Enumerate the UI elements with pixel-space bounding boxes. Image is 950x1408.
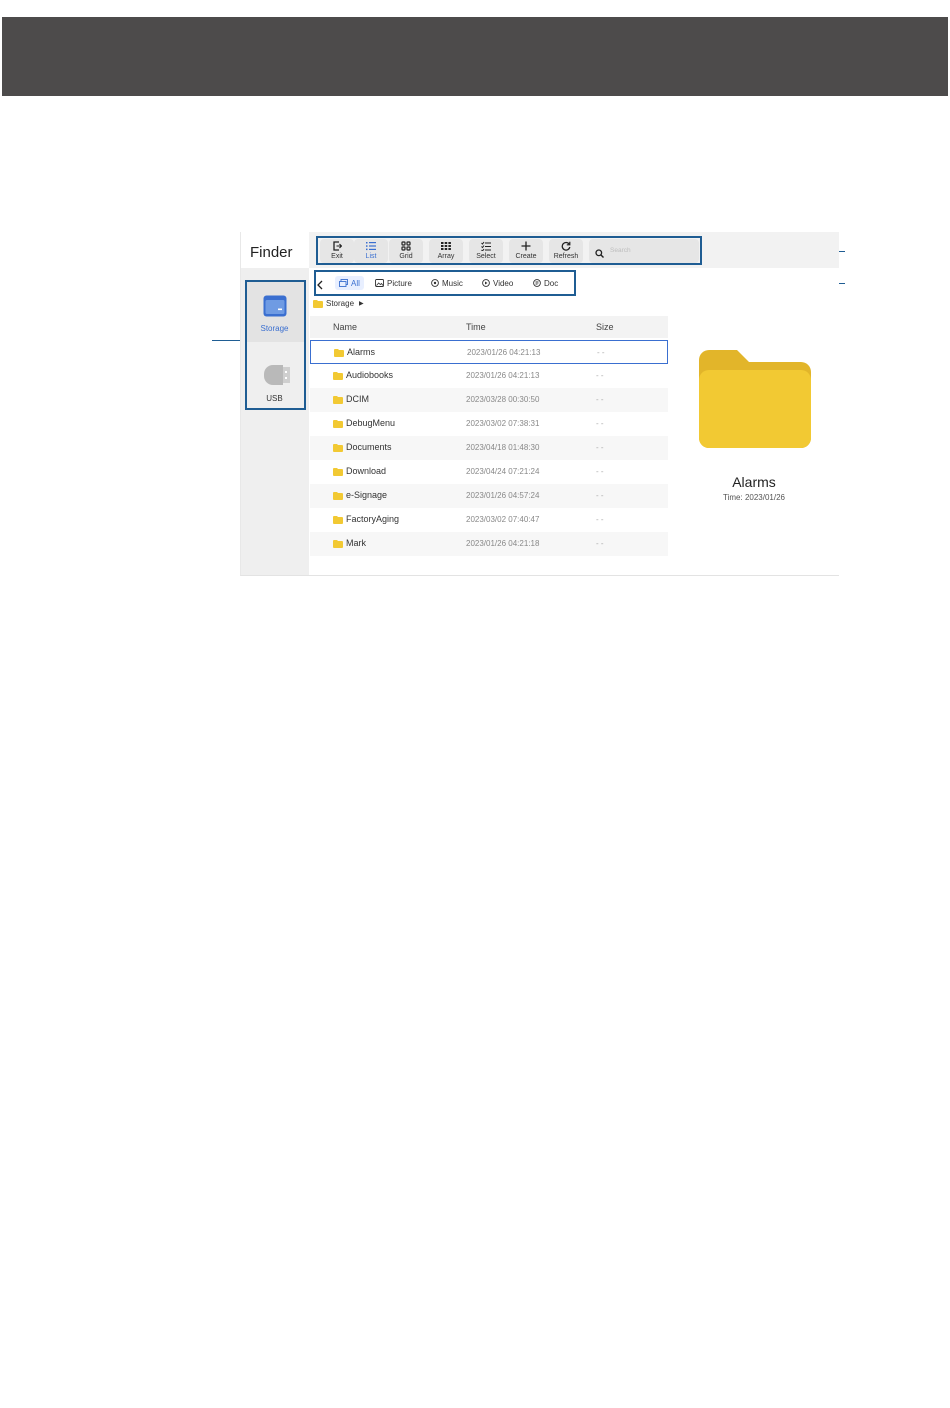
folder-icon (334, 349, 344, 357)
row-time: 2023/04/18 01:48:30 (466, 443, 540, 452)
folder-icon (333, 468, 343, 476)
column-header-size[interactable]: Size (596, 322, 614, 332)
table-row[interactable]: Audiobooks 2023/01/26 04:21:13 - - (310, 364, 668, 388)
preview-pane: Alarms Time: 2023/01/26 (669, 296, 839, 575)
row-size: - - (597, 348, 605, 357)
table-row[interactable]: FactoryAging 2023/03/02 07:40:47 - - (310, 508, 668, 532)
folder-icon (333, 492, 343, 500)
folder-icon (333, 420, 343, 428)
row-time: 2023/01/26 04:21:13 (466, 371, 540, 380)
row-name: Audiobooks (346, 370, 394, 380)
breadcrumb-label: Storage (326, 299, 355, 308)
row-size: - - (596, 419, 604, 428)
document-header-band (2, 17, 948, 96)
folder-icon (313, 299, 323, 308)
breadcrumb-arrow-icon: ▶ (359, 301, 364, 307)
row-name: Alarms (347, 347, 376, 357)
breadcrumb[interactable]: Storage ▶ (313, 299, 364, 308)
row-size: - - (596, 371, 604, 380)
column-header-name[interactable]: Name (333, 322, 357, 332)
row-name: Download (346, 466, 387, 476)
table-row[interactable]: DebugMenu 2023/03/02 07:38:31 - - (310, 412, 668, 436)
row-name: Documents (346, 442, 392, 452)
row-time: 2023/01/26 04:21:18 (466, 539, 540, 548)
row-name: Mark (346, 538, 366, 548)
row-time: 2023/04/24 07:21:24 (466, 467, 540, 476)
preview-file-time: Time: 2023/01/26 (723, 493, 785, 502)
sidebar-highlight-frame (245, 280, 306, 410)
finder-screenshot: Finder Exit List Grid Array Select Creat… (240, 232, 839, 576)
row-size: - - (596, 515, 604, 524)
filter-highlight-frame (314, 270, 576, 296)
row-name: FactoryAging (346, 514, 400, 524)
row-time: 2023/01/26 04:21:13 (467, 348, 541, 357)
folder-icon (333, 516, 343, 524)
table-row[interactable]: Alarms 2023/01/26 04:21:13 - - (310, 340, 668, 364)
folder-icon (333, 444, 343, 452)
row-size: - - (596, 467, 604, 476)
column-header-time[interactable]: Time (466, 322, 486, 332)
table-row[interactable]: Documents 2023/04/18 01:48:30 - - (310, 436, 668, 460)
row-time: 2023/01/26 04:57:24 (466, 491, 540, 500)
row-size: - - (596, 491, 604, 500)
row-time: 2023/03/02 07:40:47 (466, 515, 540, 524)
folder-icon (333, 396, 343, 404)
folder-icon (333, 540, 343, 548)
folder-icon (333, 372, 343, 380)
row-size: - - (596, 539, 604, 548)
table-row[interactable]: Download 2023/04/24 07:21:24 - - (310, 460, 668, 484)
row-name: e-Signage (346, 490, 388, 500)
app-title: Finder (250, 244, 293, 261)
file-list-pane: Storage ▶ Name Time Size Alarms 2023/01/… (310, 296, 668, 565)
row-name: DCIM (346, 394, 369, 404)
table-row[interactable]: e-Signage 2023/01/26 04:57:24 - - (310, 484, 668, 508)
row-size: - - (596, 395, 604, 404)
row-size: - - (596, 443, 604, 452)
large-folder-icon (699, 350, 811, 448)
table-row[interactable]: DCIM 2023/03/28 00:30:50 - - (310, 388, 668, 412)
toolbar-highlight-frame (316, 236, 702, 265)
preview-file-name: Alarms (732, 474, 776, 490)
row-name: DebugMenu (346, 418, 396, 428)
row-time: 2023/03/28 00:30:50 (466, 395, 540, 404)
table-row[interactable]: Mark 2023/01/26 04:21:18 - - (310, 532, 668, 556)
row-time: 2023/03/02 07:38:31 (466, 419, 540, 428)
table-header (310, 316, 668, 338)
